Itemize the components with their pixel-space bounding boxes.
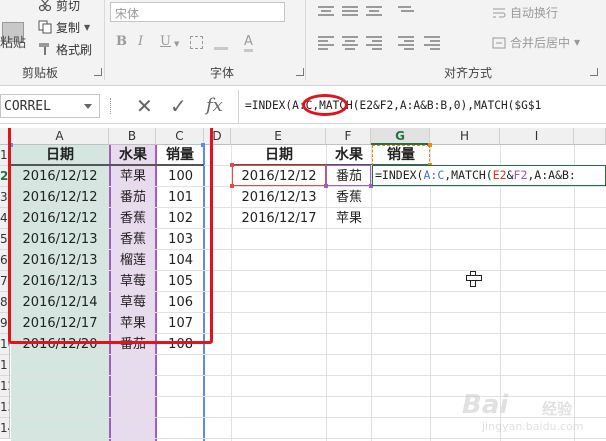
- formula-bar-grip[interactable]: [110, 98, 112, 114]
- merge-cells-icon: [492, 37, 506, 48]
- align-bottom-icon[interactable]: [366, 6, 382, 18]
- paste-label: 粘贴: [0, 36, 27, 51]
- worksheet: A B C D E F G H I 1 2 3 4 5 6 7 8 9 10 1…: [0, 128, 606, 441]
- edit-ref-ac: A:C: [423, 168, 445, 182]
- watermark-url: jingyan.baidu.com: [482, 420, 584, 433]
- editing-cell-g2[interactable]: =INDEX(A:C,MATCH(E2&F2,A:A&B:: [372, 165, 606, 186]
- ribbon: 粘贴 剪切 复制 ▼ 格式刷 剪贴板 宋体 B I U ▼ A 字体 自动换行 …: [0, 0, 606, 86]
- reference-box-f2: [326, 165, 371, 186]
- ribbon-separator: [104, 0, 105, 80]
- cancel-icon[interactable]: ✕: [136, 94, 153, 118]
- reference-box-e2: [232, 165, 326, 186]
- format-painter-label: 格式刷: [56, 42, 93, 57]
- edit-ref-f2: F2: [513, 168, 528, 182]
- column-header-g[interactable]: G: [371, 128, 430, 145]
- formula-bar: CORREL ✕ ✓ fx =INDEX(A:C,MATCH(E2&F2,A:A…: [0, 90, 606, 124]
- align-left-icon[interactable]: [318, 36, 334, 50]
- edit-text-prefix: =INDEX(: [375, 168, 424, 182]
- watermark-logo: Bai 经验 jingyan.baidu.com: [462, 374, 602, 434]
- wrap-text-button[interactable]: 自动换行: [492, 4, 558, 21]
- alignment-group-label: 对齐方式: [444, 66, 493, 80]
- formula-input[interactable]: =INDEX(A:C,MATCH(E2&F2,A:A&B:B,0),MATCH(…: [245, 99, 541, 112]
- font-name-value: 宋体: [115, 7, 140, 21]
- right-header-fruit[interactable]: 水果: [327, 145, 371, 166]
- cell-cursor-icon: [466, 271, 482, 287]
- fill-color-icon[interactable]: [214, 36, 228, 50]
- row-header[interactable]: 13: [0, 397, 10, 418]
- resize-handle[interactable]: [428, 143, 432, 147]
- edit-ref-e2: E2: [492, 168, 507, 182]
- table-cell[interactable]: 2016/12/17: [232, 208, 326, 229]
- clipboard-launcher-icon[interactable]: [94, 68, 102, 76]
- font-name-select[interactable]: 宋体: [110, 2, 285, 22]
- column-header-i[interactable]: I: [500, 128, 574, 145]
- cut-button[interactable]: 剪切: [38, 0, 80, 14]
- increase-indent-icon[interactable]: [424, 36, 440, 50]
- bold-button[interactable]: B: [116, 34, 127, 49]
- formula-bar-divider: [238, 90, 239, 124]
- insert-function-icon[interactable]: fx: [206, 95, 223, 116]
- edit-text-mid: ,MATCH(: [444, 168, 493, 182]
- table-cell[interactable]: 香蕉: [327, 187, 371, 208]
- name-box-value: CORREL: [4, 99, 51, 114]
- resize-handle[interactable]: [230, 184, 234, 188]
- cut-label: 剪切: [56, 0, 81, 13]
- gridline: [10, 438, 606, 439]
- ribbon-separator: [305, 0, 306, 80]
- scissors-icon: [38, 0, 52, 12]
- column-header-h[interactable]: H: [430, 128, 500, 145]
- brush-icon: [39, 43, 49, 55]
- row-header[interactable]: 14: [0, 418, 10, 439]
- name-box-dropdown-icon[interactable]: [84, 104, 92, 109]
- merge-center-label: 合并后居中: [510, 36, 571, 50]
- copy-label: 复制: [56, 20, 81, 35]
- underline-dropdown-icon[interactable]: ▼: [174, 40, 179, 48]
- highlight-ellipse: [302, 94, 348, 116]
- column-header-j[interactable]: [574, 128, 606, 145]
- reference-box-g1: [372, 145, 430, 166]
- highlight-rectangle: [8, 128, 213, 344]
- watermark-brand: Bai: [462, 390, 509, 420]
- decrease-indent-icon[interactable]: [398, 36, 414, 50]
- font-launcher-icon[interactable]: [296, 68, 304, 76]
- underline-button[interactable]: U: [160, 34, 171, 49]
- border-icon[interactable]: [190, 36, 203, 49]
- row-header[interactable]: 11: [0, 355, 10, 376]
- column-header-e[interactable]: E: [231, 128, 326, 145]
- edit-text-tail: ,A:A&B:: [527, 168, 576, 182]
- italic-button[interactable]: I: [138, 34, 143, 49]
- align-right-icon[interactable]: [366, 36, 382, 50]
- edit-text-amp: &: [506, 168, 514, 182]
- column-header-f[interactable]: F: [326, 128, 371, 145]
- orientation-icon[interactable]: [398, 6, 414, 18]
- copy-button[interactable]: 复制 ▼: [38, 18, 90, 36]
- wrap-text-label: 自动换行: [510, 6, 559, 20]
- alignment-launcher-icon[interactable]: [590, 68, 598, 76]
- enter-icon[interactable]: ✓: [170, 94, 187, 118]
- row-header[interactable]: 12: [0, 376, 10, 397]
- align-top-icon[interactable]: [318, 6, 334, 18]
- merge-center-button[interactable]: 合并后居中 ▼: [492, 34, 580, 51]
- resize-handle[interactable]: [324, 184, 328, 188]
- table-cell[interactable]: 苹果: [327, 208, 371, 229]
- align-middle-icon[interactable]: [342, 6, 358, 18]
- resize-handle[interactable]: [230, 163, 234, 167]
- chevron-down-icon: ▼: [574, 38, 581, 47]
- format-painter-button[interactable]: 格式刷: [38, 40, 92, 58]
- font-group-label: 字体: [210, 66, 235, 80]
- wrap-text-icon: [493, 8, 506, 17]
- copy-icon: [38, 20, 52, 34]
- chevron-down-icon: ▼: [84, 22, 91, 32]
- right-header-date[interactable]: 日期: [232, 145, 326, 166]
- font-color-icon[interactable]: A: [244, 34, 253, 52]
- watermark-brand-cn: 经验: [542, 400, 573, 418]
- table-cell[interactable]: 2016/12/13: [232, 187, 326, 208]
- clipboard-group-label: 剪贴板: [22, 66, 59, 80]
- align-center-icon[interactable]: [342, 36, 358, 50]
